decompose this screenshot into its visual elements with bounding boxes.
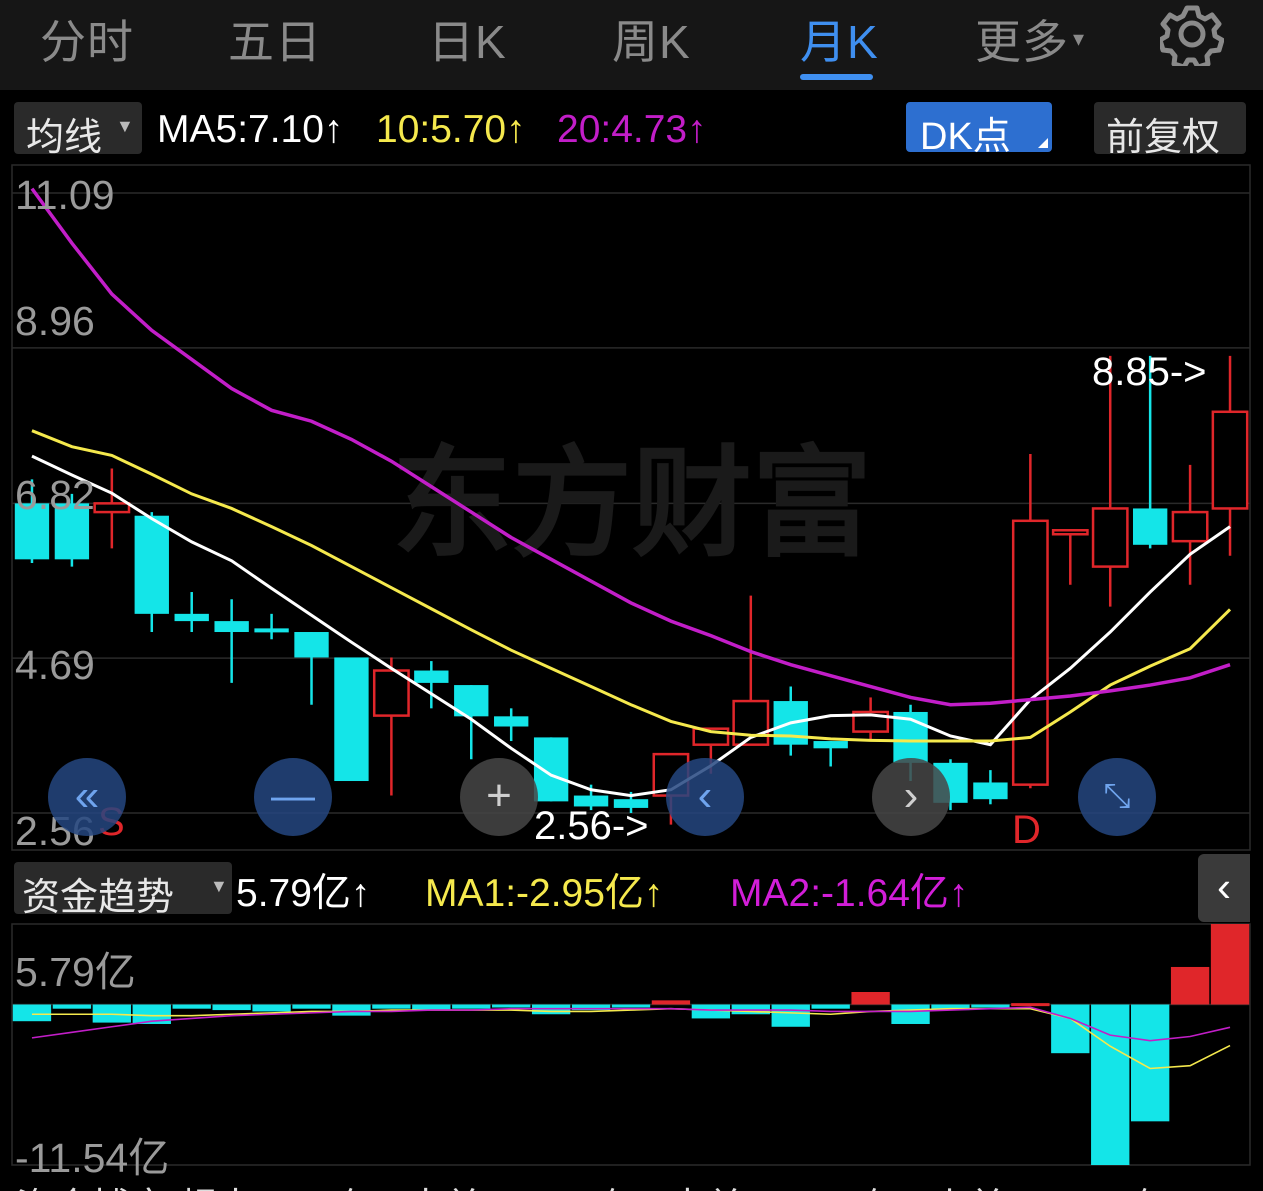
fund-bar [611,1004,651,1008]
candle-body [813,741,848,749]
fund-ma2-line [31,1006,1231,1042]
fullscreen-icon[interactable]: ⤡ [1078,758,1156,836]
fund-bar [1091,1004,1130,1165]
buy-signal-marker: D [1012,808,1041,852]
fund-bar [651,1000,691,1005]
fund-bar [412,1004,451,1011]
high-price-annotation: 8.85-> [1092,350,1207,394]
fund-axis-label: 5.79亿 [15,949,136,995]
zoom-in-icon[interactable]: + [460,758,538,836]
fund-bar [252,1004,291,1012]
candle-body [494,716,529,727]
fund-game-bar: 资金博弈 超大 5.49亿↑ 大单 -20.38亿↑ 中单 -47.80亿↑ 小… [0,1170,1263,1191]
fund-bar [212,1004,251,1011]
chevron-left-icon: ‹ [1217,863,1231,910]
left-icon[interactable]: ‹ [666,758,744,836]
fund-bar [1051,1004,1090,1054]
candle-body [414,670,449,683]
candle-body [134,515,169,614]
collapse-panel-button[interactable]: ‹ [1198,854,1250,922]
candlestick-series [14,355,1249,825]
fund-bar [891,1004,930,1024]
fund-bar [1011,1003,1050,1007]
double-left-icon[interactable]: « [48,758,126,836]
fund-game-text: 资金博弈 超大 5.49亿↑ 大单 -20.38亿↑ 中单 -47.80亿↑ 小… [16,1176,1190,1191]
kline-chart[interactable]: 东方财富 [0,0,1263,1191]
candle-body-hollow [1091,507,1129,568]
zoom-out-icon[interactable]: — [254,758,332,836]
candle-body-hollow [93,502,131,514]
candle-body-hollow [1051,529,1089,536]
candle-body-hollow [1011,519,1049,786]
fund-bar [332,1004,371,1016]
fund-bar [1130,1004,1170,1122]
fund-bar [691,1004,731,1019]
candle-body [334,657,369,782]
fund-bar [372,1004,411,1009]
candle-body [1132,508,1168,545]
right-icon[interactable]: › [872,758,950,836]
candle-body [214,621,249,633]
price-axis-label: 6.82 [15,472,95,518]
candle-body [973,782,1008,800]
fund-value: 5.79亿↑ [236,872,371,915]
fund-bar [811,1004,850,1009]
fund-bar [492,1004,531,1008]
fund-bar [452,1004,491,1009]
fund-selector[interactable]: 资金趋势 ▼ [14,862,232,919]
fund-bar [172,1004,211,1009]
price-axis-label: 8.96 [15,298,95,344]
fund-ma1-value: MA1:-2.95亿↑ [425,872,664,915]
candle-body [174,613,209,622]
fund-bar [12,1004,52,1022]
fund-bar [771,1004,810,1027]
price-axis-label: 4.69 [15,642,95,688]
low-price-annotation: 2.56-> [534,804,649,848]
fund-bar [52,1004,92,1009]
fund-flow-bars [12,924,1250,1165]
candle-body [533,737,569,802]
price-axis-label: 11.09 [15,172,115,218]
fund-flow-ma-lines [31,1006,1231,1070]
candle-body-hollow [1211,410,1249,510]
fund-bar [851,992,890,1005]
fund-ma2-value: MA2:-1.64亿↑ [730,872,969,915]
fund-bar [1170,966,1210,1005]
watermark-text: 东方财富 [392,437,872,571]
candle-body [254,628,289,633]
fund-bar [1210,924,1250,1005]
fund-selector-label: 资金趋势 [22,877,175,919]
fund-bar [971,1004,1010,1008]
candle-body-hollow [1171,510,1209,543]
fund-bar [292,1004,331,1009]
candle-body [294,632,329,658]
dropdown-arrow-icon: ▼ [210,876,228,896]
